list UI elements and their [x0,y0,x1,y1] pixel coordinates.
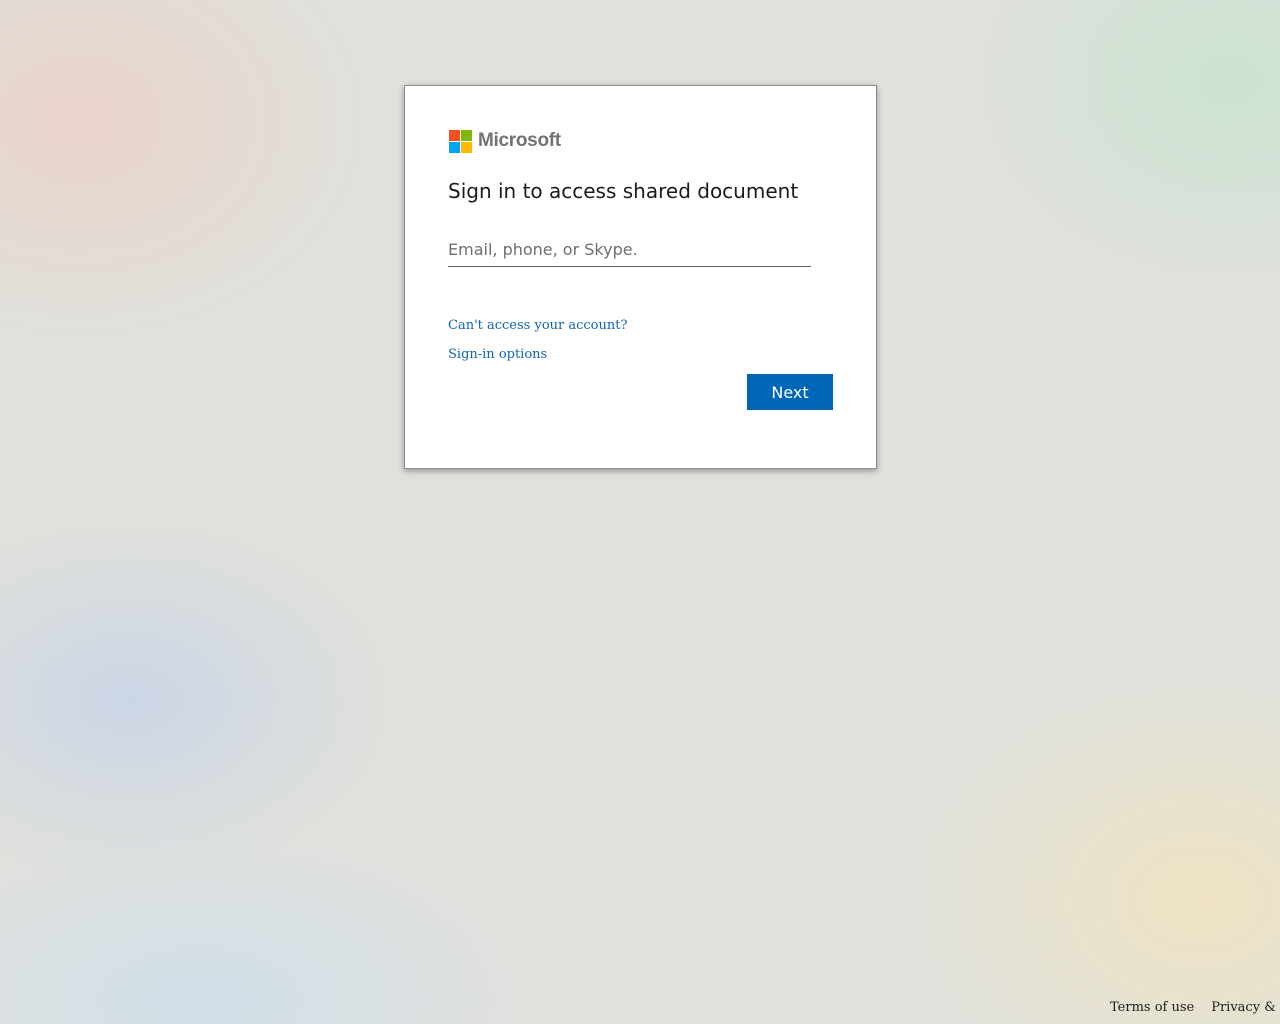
next-button[interactable]: Next [747,374,833,410]
signin-card: Microsoft Sign in to access shared docum… [404,85,877,469]
microsoft-logo-icon [449,129,472,153]
email-field[interactable] [448,232,811,267]
terms-of-use-link[interactable]: Terms of use [1110,1000,1194,1015]
microsoft-logo: Microsoft [449,129,561,153]
page-title: Sign in to access shared document [448,179,799,203]
cant-access-account-link[interactable]: Can't access your account? [448,318,627,333]
logo-wordmark: Microsoft [478,130,561,151]
privacy-cookies-link[interactable]: Privacy & cookies [1211,1000,1280,1015]
signin-options-link[interactable]: Sign-in options [448,347,547,362]
footer: Terms of use Privacy & cookies [1110,1000,1280,1020]
